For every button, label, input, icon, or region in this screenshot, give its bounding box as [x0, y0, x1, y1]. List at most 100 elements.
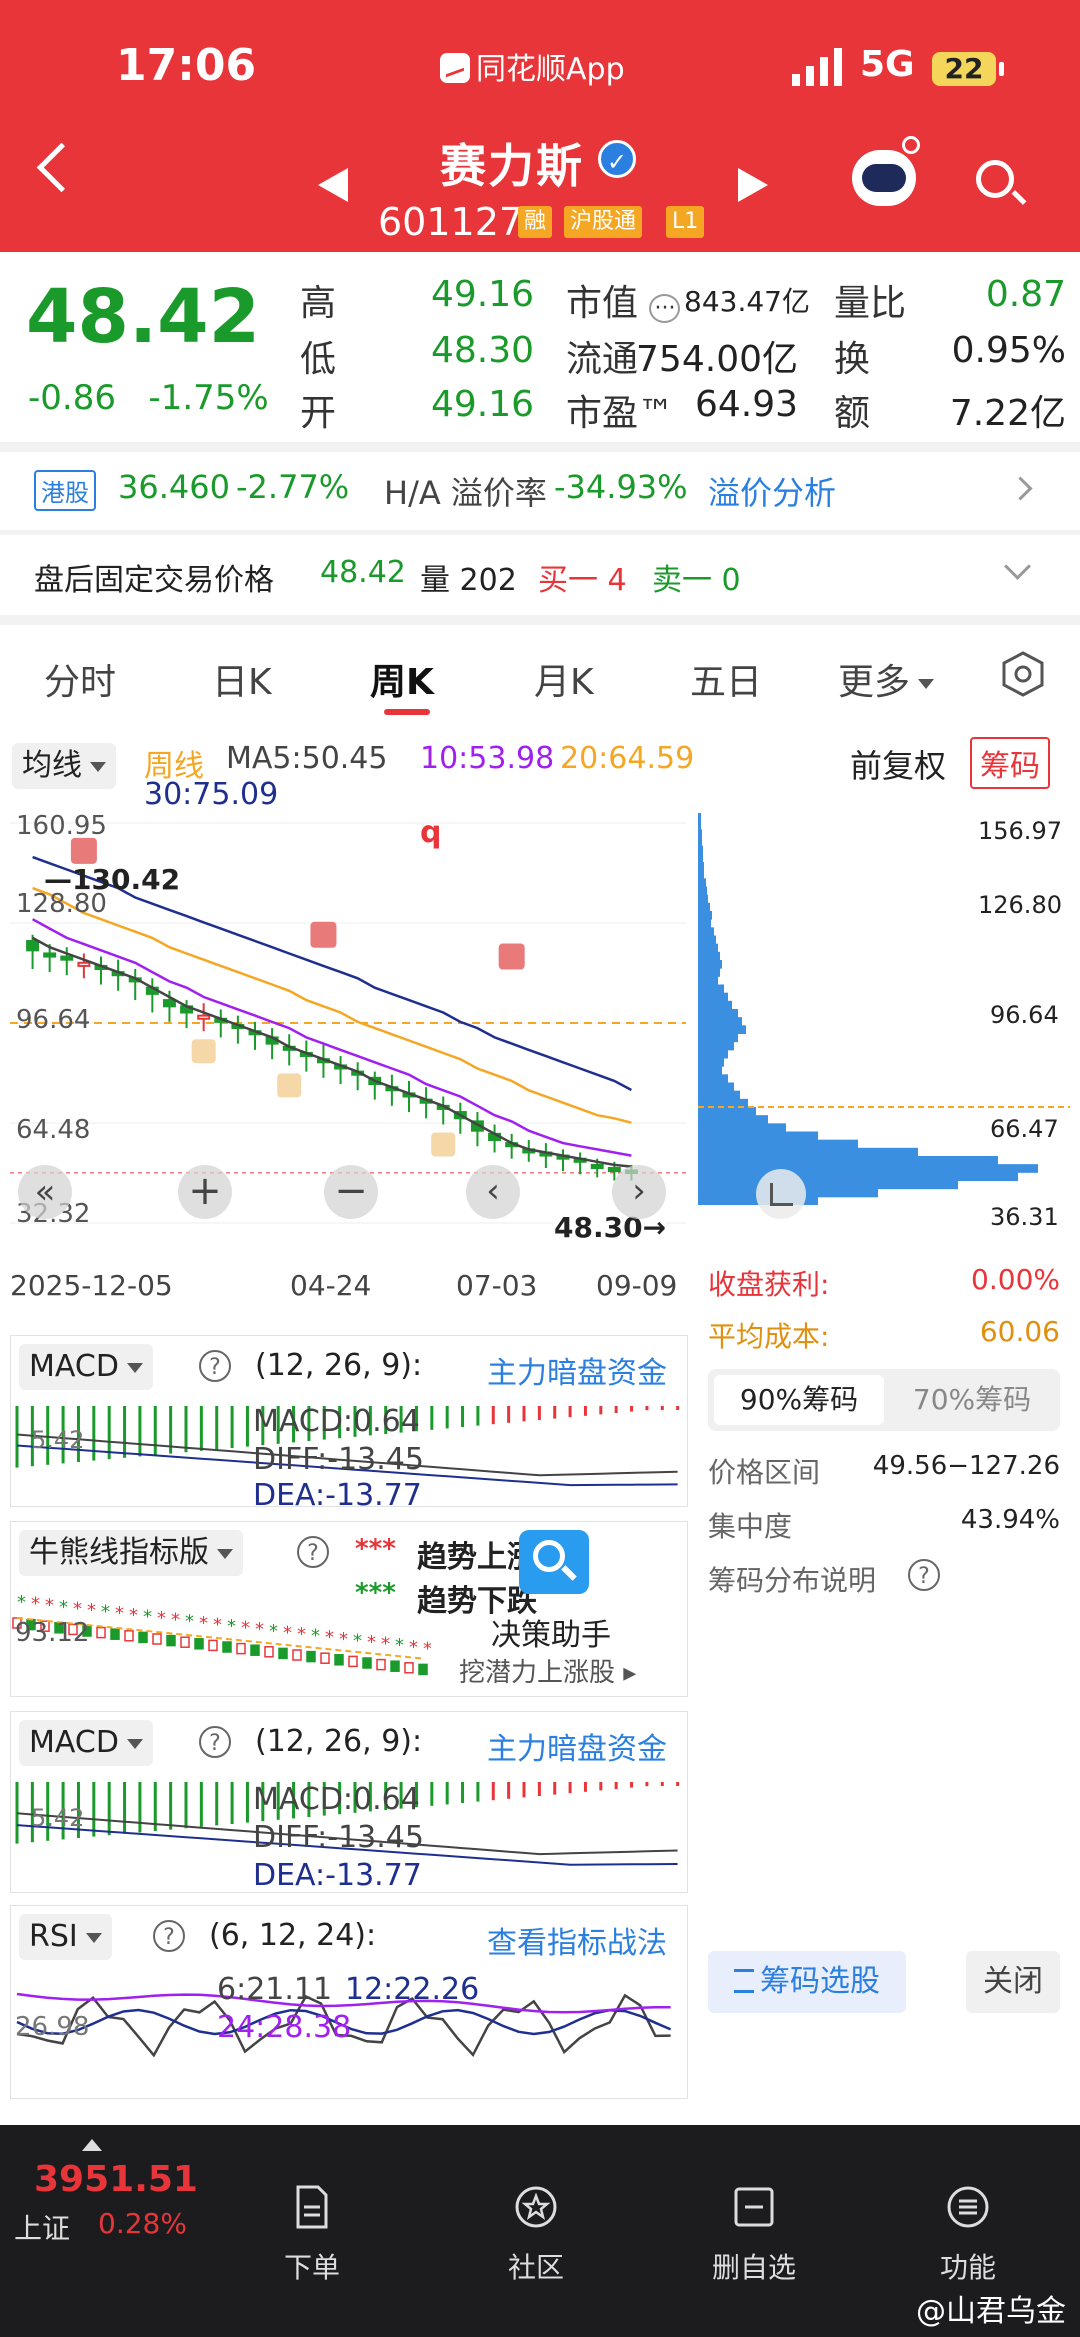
tab-more[interactable]: 更多: [838, 653, 935, 705]
indicator-selector[interactable]: 牛熊线指标版: [19, 1530, 243, 1576]
candle-body: [60, 955, 74, 961]
tab-daily-k[interactable]: 日K: [212, 653, 272, 705]
dea-value: DEA:-13.77: [253, 1858, 422, 1893]
indicator-selector[interactable]: MACD: [19, 1344, 153, 1390]
nav-functions[interactable]: 功能: [898, 2183, 1038, 2286]
settings-hex-icon[interactable]: [1000, 651, 1046, 697]
nav-order-label: 下单: [283, 2251, 340, 2284]
bull-bear-candle: [222, 1641, 232, 1653]
hk-tag: 港股: [34, 470, 96, 511]
help-icon[interactable]: ?: [908, 1559, 940, 1591]
rsi-panel: RSI ? (6, 12, 24): 查看指标战法 26.98 6:21.11 …: [10, 1905, 688, 2099]
afterhours-row[interactable]: 盘后固定交易价格 48.42 量 202 买一 4 卖一 0: [0, 535, 1080, 615]
price-range-label: 价格区间: [708, 1456, 821, 1489]
order-icon: [296, 2185, 328, 2229]
indicator-selector[interactable]: RSI: [19, 1914, 112, 1960]
chip-bar: [698, 829, 702, 838]
tag-margin: 融: [518, 206, 553, 238]
tab-weekly-k[interactable]: 周K: [370, 653, 434, 705]
premium-analysis-link[interactable]: 溢价分析: [708, 468, 836, 514]
amount-value: 7.22亿: [949, 393, 1066, 434]
chip-bar: [698, 1156, 998, 1165]
chip-axis-label: 66.47: [990, 1115, 1059, 1143]
indicator-selector[interactable]: MACD: [19, 1720, 153, 1766]
concentration-label: 集中度: [708, 1510, 793, 1543]
expand-up-icon[interactable]: [82, 2139, 102, 2151]
afterhours-volume: 量 202: [420, 555, 517, 599]
decision-assistant-icon[interactable]: [519, 1530, 589, 1594]
help-icon[interactable]: ?: [199, 1726, 231, 1758]
chip-desc-label[interactable]: 筹码分布说明: [708, 1559, 876, 1599]
close-chip-button[interactable]: 关闭: [966, 1951, 1060, 2013]
bull-bear-candle: [362, 1657, 372, 1669]
help-icon[interactable]: ?: [153, 1920, 185, 1952]
nav-community[interactable]: 社区: [466, 2183, 606, 2286]
tab-monthly-k[interactable]: 月K: [534, 653, 594, 705]
help-icon[interactable]: ?: [297, 1536, 329, 1568]
chip-stock-select-button[interactable]: 筹码选股: [708, 1951, 906, 2013]
bull-bear-marker: *: [143, 1606, 152, 1627]
chip-bar: [698, 1041, 734, 1051]
chevron-right-icon: [1008, 476, 1033, 501]
prev-stock-icon[interactable]: [318, 168, 348, 202]
index-name: 上证: [14, 2212, 71, 2245]
bull-bear-candle: [306, 1650, 316, 1663]
price-range-value: 49.56−127.26: [872, 1451, 1060, 1481]
tab-five-day[interactable]: 五日: [690, 653, 762, 705]
zoom-in-icon[interactable]: +: [178, 1165, 232, 1219]
chip-distribution-button[interactable]: 筹码: [970, 737, 1050, 789]
zoom-out-icon[interactable]: −: [324, 1165, 378, 1219]
high-value: 49.16: [430, 274, 534, 315]
indicator-link[interactable]: 主力暗盘资金: [487, 1348, 667, 1392]
mktcap-label: 市值 ···: [566, 274, 681, 326]
adjust-mode[interactable]: 前复权: [850, 741, 946, 787]
chevron-right-icon[interactable]: ›: [612, 1165, 666, 1219]
scroll-left-icon[interactable]: «: [18, 1165, 72, 1219]
hk-row[interactable]: 港股 36.460 -2.77% H/A 溢价率 -34.93% 溢价分析: [0, 452, 1080, 530]
help-icon[interactable]: ?: [199, 1350, 231, 1382]
indicator-link[interactable]: 主力暗盘资金: [487, 1724, 667, 1768]
index-pct: 0.28%: [98, 2207, 187, 2240]
up-legend-marker: ***: [355, 1534, 396, 1564]
chip-bar: [698, 976, 718, 985]
hk-price: 36.460: [118, 468, 230, 506]
indicator-link[interactable]: 查看指标战法: [487, 1918, 667, 1962]
candle-body: [162, 999, 176, 1008]
y-axis-label: 96.64: [16, 1005, 91, 1035]
ma-selector[interactable]: 均线: [12, 743, 116, 789]
bull-bear-marker: *: [311, 1626, 320, 1647]
index-value[interactable]: 3951.51: [34, 2159, 198, 2200]
expand-icon[interactable]: [756, 1169, 806, 1219]
chip-bar: [698, 992, 728, 1002]
next-stock-icon[interactable]: [738, 168, 768, 202]
indicator-params: (12, 26, 9):: [255, 1724, 423, 1759]
rsi12-value: 12:22.26: [345, 1972, 480, 2007]
search-icon[interactable]: [976, 160, 1014, 198]
turnover-label: 换: [834, 339, 871, 380]
bull-bear-marker: *: [353, 1630, 362, 1651]
chip-bar: [698, 878, 706, 887]
chevron-left-icon[interactable]: ‹: [466, 1165, 520, 1219]
bull-bear-candle: [390, 1660, 400, 1672]
ma30-value: 30:75.09: [144, 777, 279, 812]
tab-intraday[interactable]: 分时: [44, 653, 116, 705]
chip-bar: [698, 1123, 786, 1132]
decision-assistant-sub[interactable]: 挖潜力上涨股 ▸: [459, 1652, 636, 1689]
chip-bar: [698, 1115, 768, 1124]
bull-bear-marker: *: [325, 1627, 334, 1648]
candle-body: [607, 1167, 621, 1173]
back-arrow-icon[interactable]: [36, 142, 87, 193]
chip-tab-90[interactable]: 90%筹码: [714, 1375, 884, 1425]
bull-bear-candle: [320, 1652, 330, 1664]
chip-tab-70[interactable]: 70%筹码: [890, 1375, 1054, 1425]
nav-remove-watchlist[interactable]: 删自选: [684, 2183, 824, 2286]
float-label: 流通: [566, 339, 639, 380]
decision-assistant-label[interactable]: 决策助手: [491, 1610, 611, 1654]
nav-order[interactable]: 下单: [242, 2183, 382, 2286]
status-app-label: 同花顺App: [440, 44, 625, 88]
chevron-down-icon[interactable]: [1004, 553, 1031, 580]
robot-assistant-icon[interactable]: [852, 136, 920, 206]
chip-bar: [698, 919, 711, 928]
bull-bear-candle: [250, 1644, 260, 1656]
period-tabs: 分时 日K 周K 月K 五日 更多: [0, 625, 1080, 725]
